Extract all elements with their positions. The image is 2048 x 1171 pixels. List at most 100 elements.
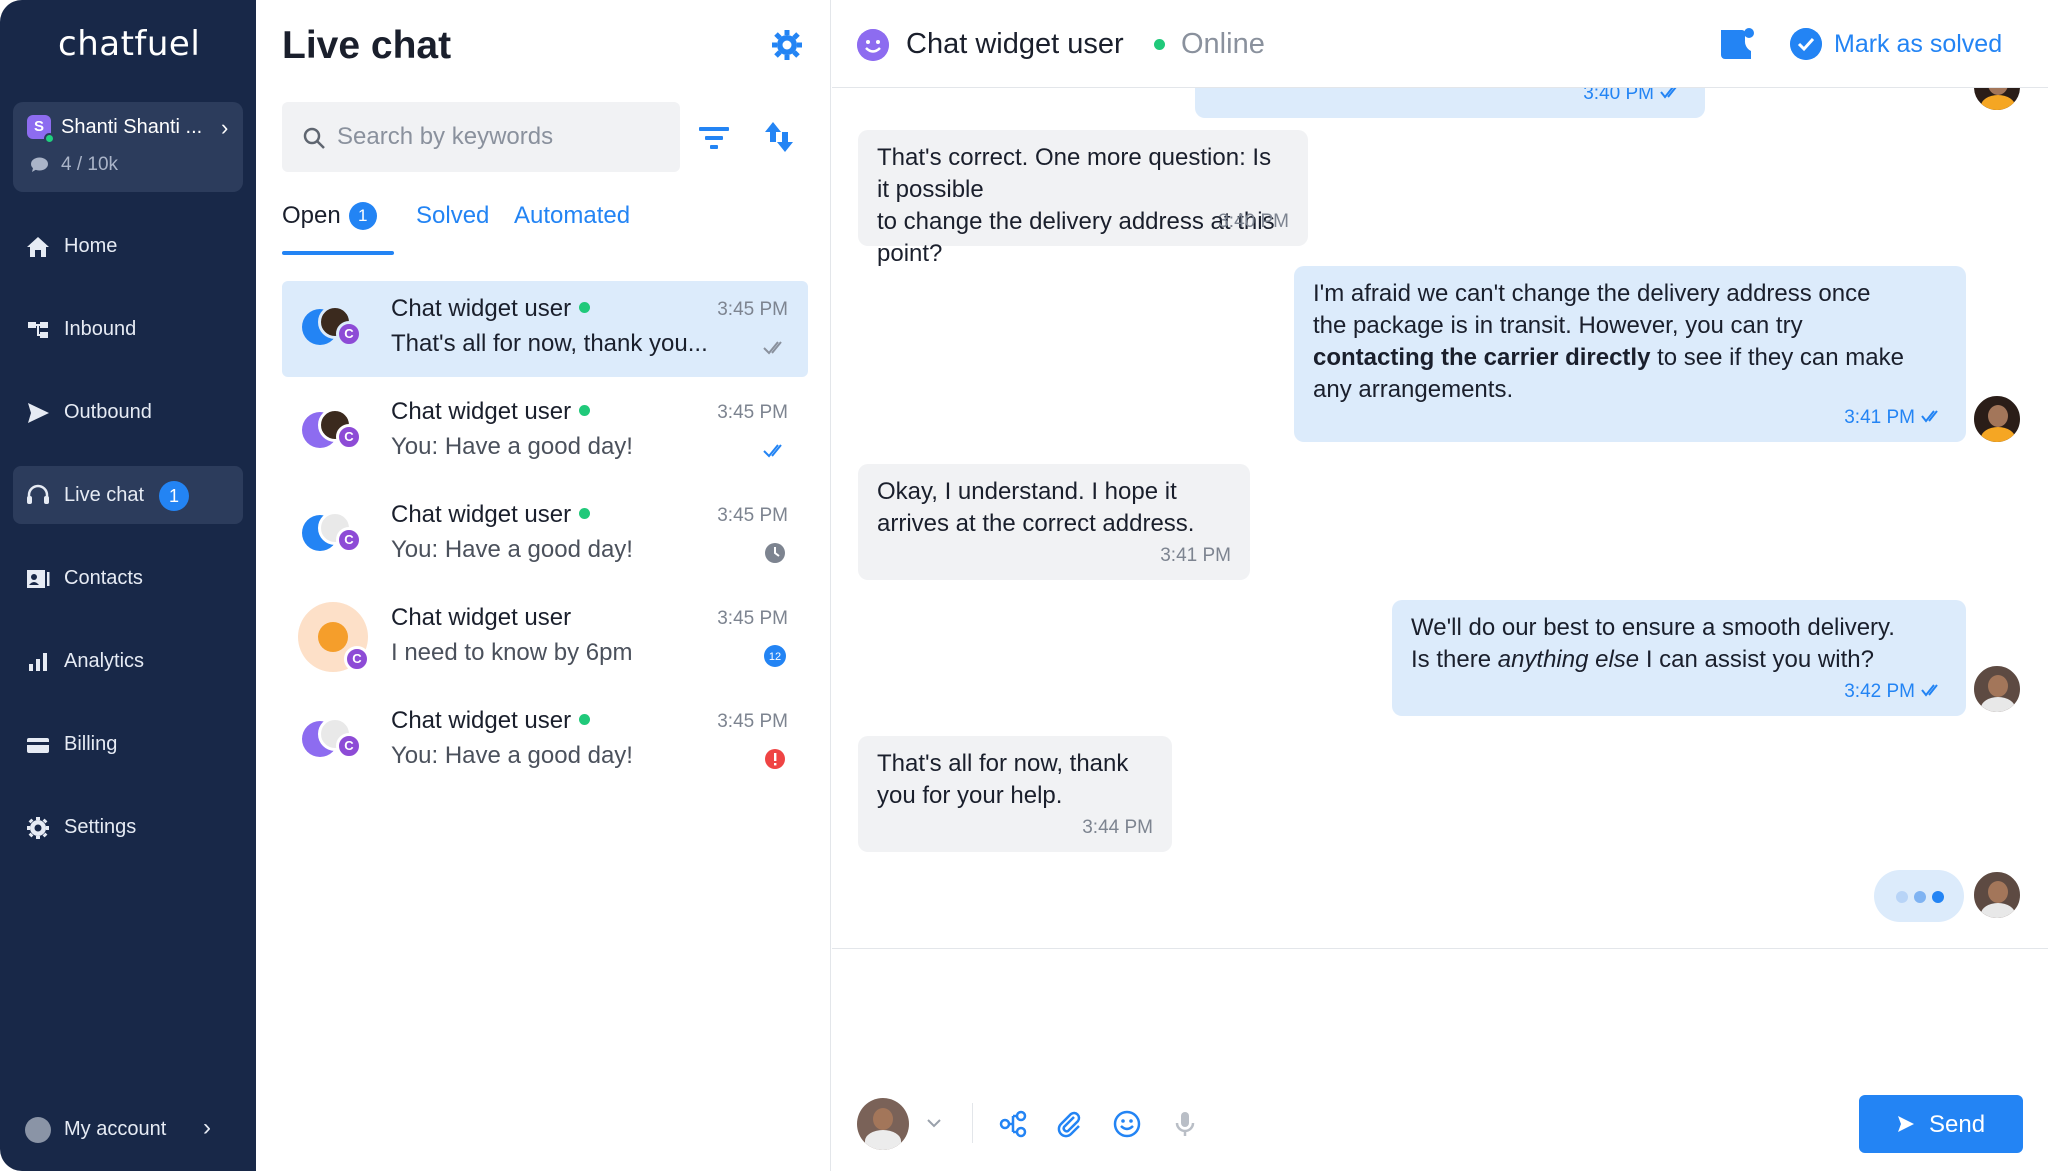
my-account-menu[interactable]: My account › — [13, 1100, 243, 1158]
typing-dot — [1914, 891, 1926, 903]
channel-badge: C — [336, 321, 362, 347]
workspace-switcher[interactable]: S Shanti Shanti ... › 4 / 10k — [13, 102, 243, 192]
conversation-time: 3:45 PM — [717, 711, 788, 732]
conversation-preview: That's all for now, thank you... — [391, 330, 708, 357]
tab-solved[interactable]: Solved — [416, 202, 489, 230]
nav-settings-label: Settings — [64, 816, 137, 838]
search-input[interactable] — [337, 120, 657, 154]
conversation-item[interactable]: C Chat widget user 3:45 PM I need to kno… — [282, 590, 808, 686]
search-icon — [303, 127, 325, 149]
conversation-avatar-stack: C — [302, 406, 362, 458]
home-icon — [27, 237, 49, 257]
chat-user-name: Chat widget user — [906, 28, 1124, 60]
nav-home[interactable]: Home — [13, 217, 243, 275]
nav-contacts[interactable]: Contacts — [13, 549, 243, 607]
typing-indicator — [1874, 870, 1964, 922]
message-text: Okay, I understand. I hope it arrives at … — [877, 478, 1195, 537]
message-time: 3:44 PM — [1082, 817, 1153, 838]
live-chat-count-badge: 1 — [159, 481, 189, 511]
svg-text:12: 12 — [769, 651, 781, 663]
chat-header: Chat widget user Online Mark as solved — [832, 0, 2048, 88]
message-text: I'm afraid we can't change the delivery … — [1313, 280, 1904, 403]
workspace-online-dot — [44, 133, 55, 144]
delivered-ticks-icon — [763, 444, 782, 458]
unread-count-badge: 12 — [764, 645, 786, 667]
nav-analytics-label: Analytics — [64, 650, 145, 672]
nav-analytics[interactable]: Analytics — [13, 632, 243, 690]
conversation-preview: You: Have a good day! — [391, 433, 633, 460]
channel-badge: C — [344, 646, 370, 672]
typing-dot — [1932, 891, 1944, 903]
chatfuel-logo[interactable]: chatfuel — [58, 24, 200, 64]
conversation-item[interactable]: C Chat widget user 3:45 PM You: Have a g… — [282, 693, 808, 789]
tab-open[interactable]: Open 1 — [282, 202, 377, 230]
clock-icon — [765, 543, 785, 563]
nav-billing[interactable]: Billing — [13, 715, 243, 773]
microphone-icon[interactable] — [1170, 1109, 1200, 1139]
message-time: 3:40 PM — [1218, 211, 1289, 232]
filter-icon[interactable] — [696, 120, 732, 156]
channel-badge: C — [336, 424, 362, 450]
open-count-badge: 1 — [348, 202, 377, 230]
live-chat-settings-gear-icon[interactable] — [770, 28, 804, 62]
conversation-item[interactable]: C Chat widget user 3:45 PM You: Have a g… — [282, 384, 808, 480]
add-note-icon[interactable] — [1718, 26, 1756, 62]
online-indicator — [579, 714, 591, 725]
conversation-item[interactable]: C Chat widget user 3:45 PM That's all fo… — [282, 281, 808, 377]
sort-icon[interactable] — [761, 118, 797, 156]
nav-live-chat[interactable]: Live chat 1 — [13, 466, 243, 524]
conversation-avatar-stack: C — [302, 715, 362, 767]
agent-avatar — [1972, 394, 2022, 444]
conversation-avatar-stack: C — [302, 509, 362, 561]
message-bubble-incoming: That's all for now, thank you for your he… — [858, 736, 1172, 852]
read-ticks-icon — [1921, 684, 1938, 697]
inbound-icon — [28, 322, 48, 338]
conversation-preview: I need to know by 6pm — [391, 639, 633, 666]
send-button-label: Send — [1929, 1111, 1986, 1138]
gear-icon — [27, 817, 49, 839]
mark-as-solved-label: Mark as solved — [1834, 30, 2003, 58]
page-title: Live chat — [282, 24, 452, 67]
sender-avatar[interactable] — [857, 1098, 909, 1150]
conversation-avatar-stack: C — [302, 303, 362, 355]
conversation-list-panel: Live chat Open 1 Solved Automated C Chat … — [256, 0, 831, 1171]
conversation-name: Chat widget user — [391, 604, 572, 631]
tab-automated[interactable]: Automated — [514, 202, 630, 230]
nav-outbound[interactable]: Outbound — [13, 383, 243, 441]
conversation-time: 3:45 PM — [717, 505, 788, 526]
chat-user-status: Online — [1181, 28, 1265, 60]
chevron-right-icon: › — [203, 1114, 211, 1141]
workspace-name: Shanti Shanti ... — [61, 116, 203, 138]
message-text: We'll do our best to ensure a smooth del… — [1411, 614, 1895, 673]
nav-contacts-label: Contacts — [64, 567, 143, 589]
conversation-item[interactable]: C Chat widget user 3:45 PM You: Have a g… — [282, 487, 808, 583]
conversation-name: Chat widget user — [391, 295, 591, 323]
my-account-avatar — [25, 1117, 51, 1143]
online-indicator — [1154, 39, 1165, 50]
user-smiley-icon — [857, 29, 889, 61]
nav-inbound[interactable]: Inbound — [13, 300, 243, 358]
message-meta: 3:41 PM — [1844, 402, 1947, 434]
flow-icon[interactable] — [999, 1109, 1029, 1139]
read-ticks-icon — [1921, 410, 1938, 423]
attachment-icon[interactable] — [1054, 1109, 1084, 1139]
online-indicator — [579, 302, 591, 313]
smiley-icon — [318, 622, 348, 652]
chevron-down-icon[interactable] — [924, 1113, 944, 1133]
search-box — [282, 102, 680, 172]
agent-avatar — [1972, 870, 2022, 920]
send-button[interactable]: Send — [1859, 1095, 2023, 1153]
billing-icon — [27, 738, 49, 753]
nav-outbound-label: Outbound — [64, 401, 152, 423]
conversation-preview: You: Have a good day! — [391, 742, 633, 769]
outbound-icon — [28, 403, 49, 423]
emoji-icon[interactable] — [1112, 1109, 1142, 1139]
my-account-label: My account — [64, 1118, 167, 1140]
channel-badge: C — [336, 527, 362, 553]
message-thread[interactable]: 3:40 PM That's correct. One more questio… — [832, 88, 2048, 948]
message-usage: 4 / 10k — [61, 154, 119, 175]
nav-settings[interactable]: Settings — [13, 798, 243, 856]
conversation-name: Chat widget user — [391, 398, 591, 426]
conversation-avatar-stack: C — [298, 602, 372, 676]
message-input[interactable] — [858, 969, 2018, 1079]
